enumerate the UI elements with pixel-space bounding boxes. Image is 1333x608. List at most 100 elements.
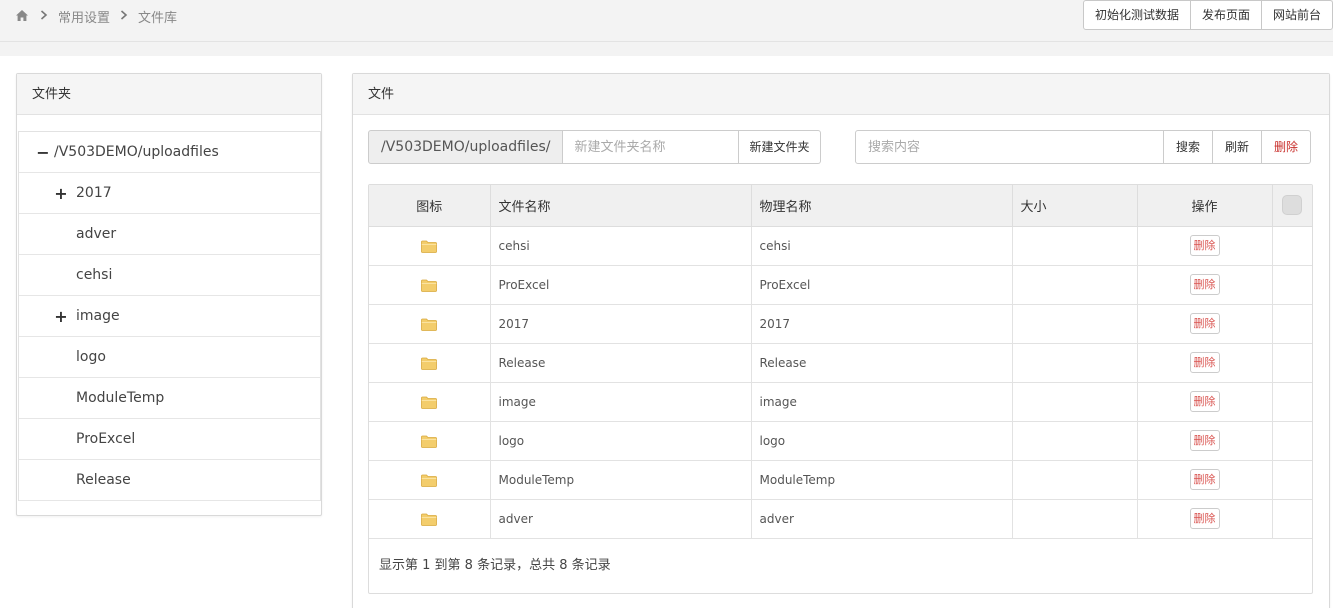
table-row[interactable]: ModuleTemp ModuleTemp 删除 [369, 460, 1312, 500]
site-frontend-button[interactable]: 网站前台 [1260, 0, 1333, 30]
size-cell [1012, 265, 1138, 305]
size-cell [1012, 304, 1138, 344]
table-row[interactable]: ProExcel ProExcel 删除 [369, 265, 1312, 305]
refresh-button[interactable]: 刷新 [1213, 130, 1263, 164]
folder-icon [421, 240, 438, 253]
publish-page-button[interactable]: 发布页面 [1189, 0, 1262, 30]
row-delete-button[interactable]: 删除 [1189, 508, 1220, 529]
icon-cell [369, 382, 491, 422]
table-row[interactable]: logo logo 删除 [369, 421, 1312, 461]
select-cell[interactable] [1272, 304, 1312, 344]
folder-panel: 文件夹 −/V503DEMO/uploadfiles +2017 adver cehs… [16, 73, 322, 516]
select-cell[interactable] [1272, 382, 1312, 422]
icon-cell [369, 265, 491, 305]
col-actions-header: 操作 [1137, 185, 1273, 227]
tree-item[interactable]: cehsi [19, 255, 320, 296]
row-delete-button[interactable]: 删除 [1189, 430, 1220, 451]
size-cell [1012, 460, 1138, 500]
tree-item[interactable]: ProExcel [19, 419, 320, 460]
tree-item[interactable]: + image [19, 296, 320, 337]
select-cell[interactable] [1272, 421, 1312, 461]
actions-cell: 删除 [1137, 421, 1273, 461]
new-folder-name-input[interactable] [563, 130, 740, 164]
tree-item-label: 2017 [76, 185, 112, 201]
search-input[interactable] [855, 130, 1164, 164]
size-cell [1012, 343, 1138, 383]
tree-item[interactable]: −/V503DEMO/uploadfiles [19, 132, 320, 173]
tree-item[interactable]: +2017 [19, 173, 320, 214]
file-name-cell[interactable]: ModuleTemp [490, 460, 752, 500]
new-folder-button[interactable]: 新建文件夹 [739, 130, 821, 164]
tree-item[interactable]: Release [19, 460, 320, 501]
actions-cell: 删除 [1137, 382, 1273, 422]
folder-icon [421, 318, 438, 331]
col-physical-header[interactable]: 物理名称 [751, 185, 1013, 227]
icon-cell [369, 304, 491, 344]
row-delete-button[interactable]: 删除 [1189, 469, 1220, 490]
col-name-header[interactable]: 文件名称 [490, 185, 752, 227]
file-name-cell[interactable]: image [490, 382, 752, 422]
col-size-header[interactable]: 大小 [1012, 185, 1138, 227]
actions-cell: 删除 [1137, 460, 1273, 500]
expand-icon[interactable]: + [54, 184, 68, 203]
expand-icon[interactable]: + [54, 307, 68, 326]
content-separator [0, 42, 1333, 56]
icon-cell [369, 460, 491, 500]
select-cell[interactable] [1272, 460, 1312, 500]
file-name-cell[interactable]: cehsi [490, 226, 752, 266]
collapse-icon[interactable]: − [36, 143, 50, 162]
new-folder-group: /V503DEMO/uploadfiles/ 新建文件夹 [368, 130, 821, 164]
file-name-cell[interactable]: logo [490, 421, 752, 461]
search-button[interactable]: 搜索 [1164, 130, 1214, 164]
folder-icon [421, 357, 438, 370]
row-delete-button[interactable]: 删除 [1189, 274, 1220, 295]
breadcrumb-item-settings[interactable]: 常用设置 [58, 7, 110, 26]
size-cell [1012, 499, 1138, 539]
select-cell[interactable] [1272, 499, 1312, 539]
folder-icon [421, 513, 438, 526]
tree-item-label: Release [76, 472, 131, 488]
top-actions: 初始化测试数据 发布页面 网站前台 [1082, 0, 1333, 30]
delete-selected-button[interactable]: 删除 [1262, 130, 1312, 164]
icon-cell [369, 226, 491, 266]
table-row[interactable]: adver adver 删除 [369, 499, 1312, 539]
tree-item-label: adver [76, 226, 117, 242]
folder-icon [421, 396, 438, 409]
select-cell[interactable] [1272, 343, 1312, 383]
row-delete-button[interactable]: 删除 [1189, 352, 1220, 373]
tree-item[interactable]: adver [19, 214, 320, 255]
file-name-cell[interactable]: Release [490, 343, 752, 383]
home-icon[interactable] [14, 8, 30, 24]
physical-name-cell: logo [751, 421, 1013, 461]
folder-icon [421, 435, 438, 448]
select-cell[interactable] [1272, 265, 1312, 305]
file-name-cell[interactable]: ProExcel [490, 265, 752, 305]
file-name-cell[interactable]: adver [490, 499, 752, 539]
table-row[interactable]: 2017 2017 删除 [369, 304, 1312, 344]
row-delete-button[interactable]: 删除 [1189, 313, 1220, 334]
tree-item-label: logo [76, 349, 106, 365]
file-name-cell[interactable]: 2017 [490, 304, 752, 344]
physical-name-cell: adver [751, 499, 1013, 539]
table-row[interactable]: image image 删除 [369, 382, 1312, 422]
file-panel: 文件 /V503DEMO/uploadfiles/ 新建文件夹 搜索 刷新 删除… [352, 73, 1330, 608]
top-bar: 常用设置 文件库 初始化测试数据 发布页面 网站前台 [0, 0, 1333, 42]
size-cell [1012, 226, 1138, 266]
select-all-checkbox[interactable] [1282, 195, 1303, 216]
row-delete-button[interactable]: 删除 [1189, 391, 1220, 412]
init-test-data-button[interactable]: 初始化测试数据 [1082, 0, 1191, 30]
current-path: /V503DEMO/uploadfiles/ [368, 130, 564, 164]
select-cell[interactable] [1272, 226, 1312, 266]
tree-item[interactable]: ModuleTemp [19, 378, 320, 419]
tree-item-label: cehsi [76, 267, 113, 283]
actions-cell: 删除 [1137, 265, 1273, 305]
table-row[interactable]: Release Release 删除 [369, 343, 1312, 383]
row-delete-button[interactable]: 删除 [1189, 235, 1220, 256]
tree-item[interactable]: logo [19, 337, 320, 378]
tree-item-label: /V503DEMO/uploadfiles [54, 144, 219, 160]
physical-name-cell: ModuleTemp [751, 460, 1013, 500]
table-row[interactable]: cehsi cehsi 删除 [369, 226, 1312, 266]
icon-cell [369, 421, 491, 461]
chevron-right-icon [40, 9, 48, 24]
breadcrumb-item-file-library: 文件库 [138, 10, 178, 26]
